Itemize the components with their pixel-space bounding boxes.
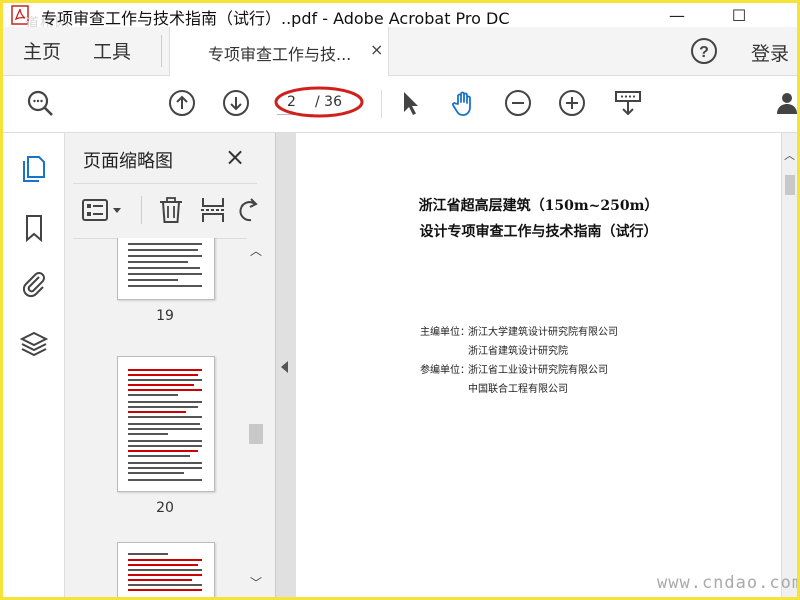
attachment-icon[interactable] bbox=[19, 269, 49, 299]
maximize-button[interactable]: ☐ bbox=[717, 3, 761, 27]
panel-separator bbox=[141, 196, 142, 224]
scroll-down-icon[interactable]: ﹀ bbox=[250, 574, 262, 591]
navigation-rail bbox=[3, 133, 65, 597]
thumbnail-list: 19 20 bbox=[73, 238, 247, 597]
scrollbar-thumb[interactable] bbox=[785, 175, 795, 195]
window-title: 专项审查工作与技术指南（试行）..pdf - Adobe Acrobat Pro… bbox=[41, 9, 510, 28]
collapse-arrow-icon[interactable] bbox=[281, 361, 288, 373]
previous-page-icon[interactable] bbox=[167, 88, 197, 118]
hand-tool-icon[interactable] bbox=[449, 88, 479, 118]
document-page: 浙江省超高层建筑（150m~250m） 设计专项审查工作与技术指南（试行） 主编… bbox=[296, 133, 781, 597]
panel-title: 页面缩略图 bbox=[83, 151, 173, 172]
document-tab[interactable]: 专项审查工作与技... × bbox=[169, 27, 389, 76]
menu-separator bbox=[161, 35, 162, 67]
panel-collapse-strip[interactable] bbox=[276, 133, 296, 597]
page-thumbnail[interactable] bbox=[117, 356, 215, 492]
bookmark-icon[interactable] bbox=[19, 213, 49, 243]
page-thumbnail[interactable] bbox=[117, 542, 215, 597]
scroll-mode-icon[interactable] bbox=[613, 88, 643, 118]
zoom-out-icon[interactable] bbox=[503, 88, 533, 118]
chief-editor-org2: 浙江省建筑设计研究院 bbox=[468, 346, 568, 357]
scroll-up-icon[interactable]: ︿ bbox=[784, 147, 795, 163]
next-page-icon[interactable] bbox=[221, 88, 251, 118]
home-tab[interactable]: 主页 bbox=[23, 37, 61, 64]
zoom-in-icon[interactable] bbox=[557, 88, 587, 118]
share-user-icon[interactable] bbox=[773, 88, 800, 118]
login-button[interactable]: 登录 bbox=[751, 39, 789, 66]
co-editor-org2: 中国联合工程有限公司 bbox=[468, 384, 568, 395]
help-icon[interactable]: ? bbox=[689, 36, 719, 66]
site-url-watermark: www.cndao.com bbox=[657, 573, 800, 593]
tools-tab[interactable]: 工具 bbox=[93, 37, 131, 64]
page-thumbnails-icon[interactable] bbox=[19, 153, 49, 183]
thumbnail-panel: 页面缩略图 × 19 20 ︿ ﹀ bbox=[65, 133, 276, 597]
scroll-up-icon[interactable]: ︿ bbox=[250, 242, 262, 259]
svg-text:?: ? bbox=[699, 44, 709, 61]
thumbnail-scrollbar[interactable]: ︿ ﹀ bbox=[247, 238, 265, 597]
page-thumbnail[interactable] bbox=[117, 238, 215, 300]
minimize-button[interactable]: — bbox=[655, 3, 699, 27]
co-editor-label: 参编单位： bbox=[420, 365, 470, 376]
panel-toolbar bbox=[73, 183, 259, 239]
red-highlight-ellipse bbox=[274, 86, 364, 118]
rotate-icon[interactable] bbox=[237, 196, 259, 224]
chief-editor-org1: 浙江大学建筑设计研究院有限公司 bbox=[468, 327, 618, 338]
co-editor-org1: 浙江省工业设计研究院有限公司 bbox=[468, 365, 608, 376]
select-cursor-icon[interactable] bbox=[395, 88, 425, 118]
document-tab-label: 专项审查工作与技... bbox=[208, 45, 352, 64]
menu-bar: 主页 工具 专项审查工作与技... × ? 登录 bbox=[3, 27, 797, 76]
thumbnail-page-number: 19 bbox=[156, 308, 174, 324]
document-scrollbar[interactable]: ︿ bbox=[781, 133, 797, 597]
toolbar-separator bbox=[381, 90, 382, 118]
acrobat-window: 道桥网 专项审查工作与技术指南（试行）..pdf - Adobe Acrobat… bbox=[0, 0, 800, 600]
toolbar: 2 / 36 bbox=[3, 76, 797, 133]
layers-icon[interactable] bbox=[19, 329, 49, 359]
title-bar: 道桥网 专项审查工作与技术指南（试行）..pdf - Adobe Acrobat… bbox=[3, 3, 797, 32]
close-panel-icon[interactable]: × bbox=[225, 143, 245, 171]
thumbnail-page-number: 20 bbox=[156, 500, 174, 516]
scrollbar-thumb[interactable] bbox=[249, 424, 263, 444]
options-menu-icon[interactable] bbox=[81, 196, 125, 224]
delete-trash-icon[interactable] bbox=[157, 196, 185, 224]
search-icon[interactable] bbox=[25, 88, 55, 118]
extract-pages-icon[interactable] bbox=[199, 196, 227, 224]
close-tab-icon[interactable]: × bbox=[370, 40, 383, 59]
chief-editor-label: 主编单位： bbox=[420, 327, 470, 338]
document-title-line1: 浙江省超高层建筑（150m~250m） bbox=[418, 198, 659, 214]
document-title-line2: 设计专项审查工作与技术指南（试行） bbox=[419, 224, 658, 240]
